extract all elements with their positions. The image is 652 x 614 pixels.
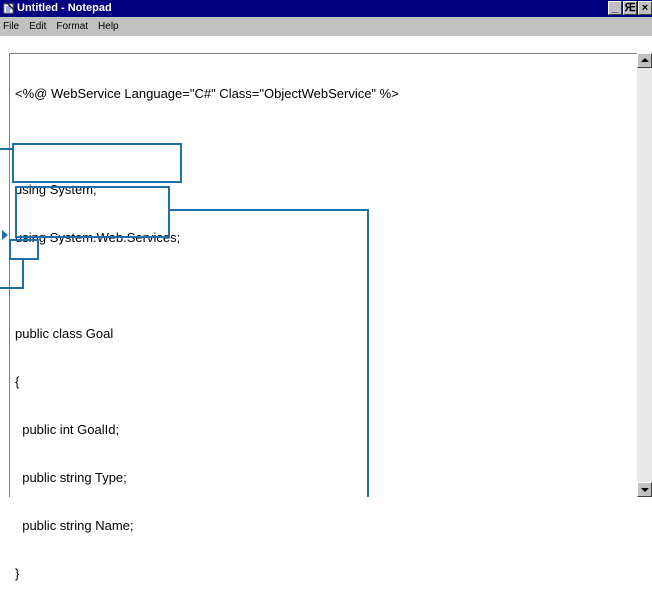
code-line: using System; [15,182,97,197]
callout-arrow-icon [2,230,8,240]
title-bar[interactable]: Untitled - Notepad _ Ԙ × [0,0,652,17]
code-line: public string Type; [15,470,127,485]
window-title: Untitled - Notepad [17,2,112,14]
code-line: { [15,374,20,389]
editor-content: <%@ WebService Language="C#" Class="Obje… [15,54,399,614]
maximize-button[interactable]: Ԙ [623,1,637,15]
menu-edit[interactable]: Edit [28,20,47,33]
menu-bar: File Edit Format Help [0,17,652,36]
callout-line [0,287,24,289]
menu-file[interactable]: File [2,20,20,33]
code-line: } [15,566,20,581]
callout-line [170,209,368,211]
code-line: public string Name; [15,518,134,533]
callout-line [22,259,24,289]
code-line: public class Goal [15,326,114,341]
vertical-scrollbar[interactable] [637,53,652,497]
scroll-up-icon[interactable] [637,53,652,68]
code-line: using System.Web.Services; [15,230,181,245]
callout-line [0,148,12,150]
menu-format[interactable]: Format [55,20,89,33]
code-line: <%@ WebService Language="C#" Class="Obje… [15,86,399,101]
notepad-window: Untitled - Notepad _ Ԙ × File Edit Forma… [0,0,652,581]
menu-help[interactable]: Help [97,20,120,33]
scroll-down-icon[interactable] [637,482,652,497]
close-button[interactable]: × [638,1,652,15]
caption-buttons: _ Ԙ × [607,1,652,16]
callout-line [367,209,369,497]
code-line: public int GoalId; [15,422,120,437]
minimize-button[interactable]: _ [608,1,622,15]
notepad-icon[interactable] [3,2,15,14]
